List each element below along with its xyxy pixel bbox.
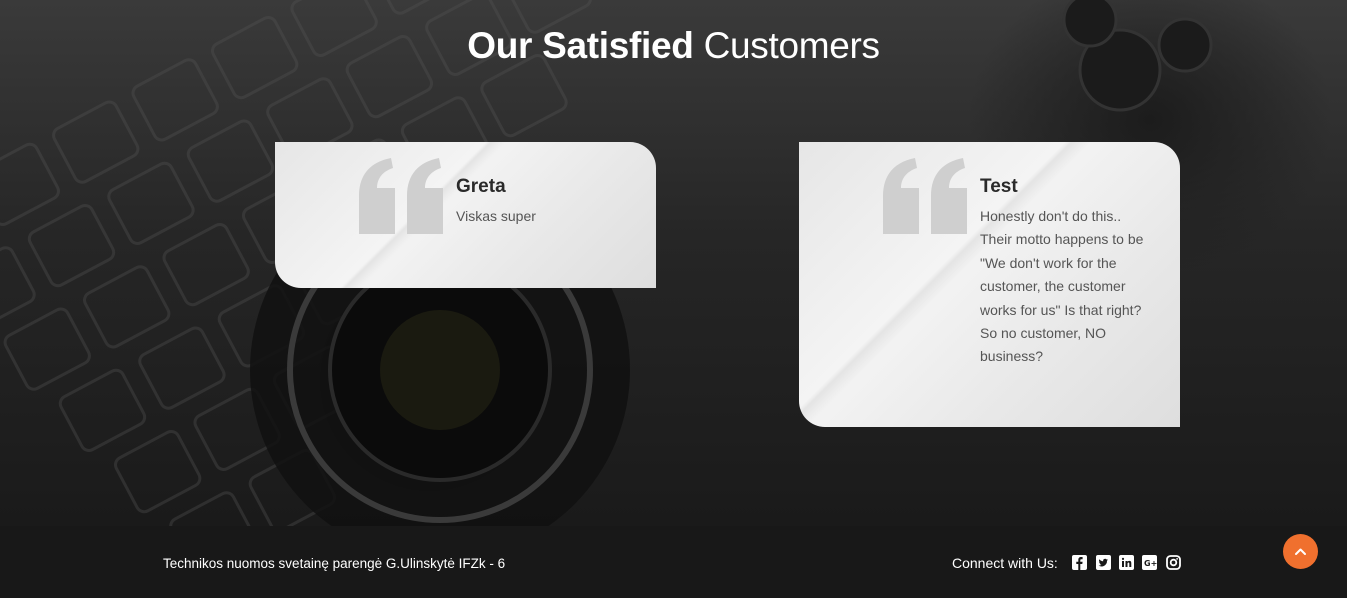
testimonial-card: Test Honestly don't do this.. Their mott…: [799, 142, 1180, 427]
twitter-icon[interactable]: [1096, 555, 1111, 570]
testimonials-section: Our Satisfied Customers Greta Viskas sup…: [0, 0, 1347, 526]
testimonial-author: Greta: [456, 176, 506, 197]
footer: Technikos nuomos svetainę parengė G.Ulin…: [0, 526, 1347, 598]
connect-label: Connect with Us:: [952, 555, 1058, 571]
scroll-to-top-button[interactable]: [1283, 534, 1318, 569]
facebook-icon[interactable]: [1072, 555, 1087, 570]
testimonial-author: Test: [980, 176, 1018, 197]
testimonial-text: Honestly don't do this.. Their motto hap…: [980, 208, 1144, 365]
section-title-light: Customers: [703, 25, 880, 66]
instagram-icon[interactable]: [1166, 555, 1181, 570]
quote-icon: [883, 158, 967, 234]
svg-text:G+: G+: [1144, 559, 1157, 568]
testimonial-card: Greta Viskas super: [275, 142, 656, 288]
google-plus-icon[interactable]: G+: [1142, 555, 1157, 570]
section-title-bold: Our Satisfied: [467, 25, 694, 66]
footer-credit: Technikos nuomos svetainę parengė G.Ulin…: [163, 556, 506, 571]
quote-icon: [359, 158, 443, 234]
linkedin-icon[interactable]: [1119, 555, 1134, 570]
chevron-up-icon: [1295, 548, 1306, 555]
testimonial-text: Viskas super: [456, 208, 536, 224]
section-title: Our Satisfied Customers: [0, 24, 1347, 68]
